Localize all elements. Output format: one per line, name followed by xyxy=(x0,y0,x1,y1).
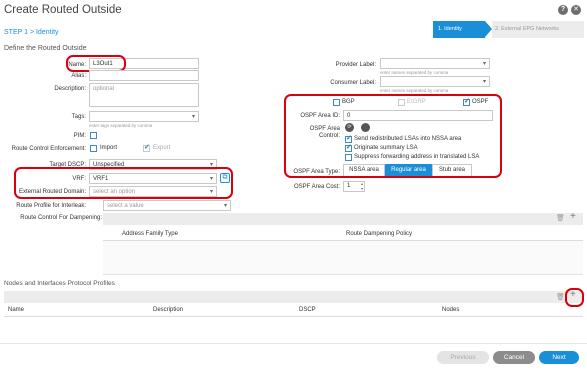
area-type-label: OSPF Area Type: xyxy=(293,169,340,175)
suppress-forwarding-checkbox[interactable] xyxy=(345,154,352,161)
area-id-label: OSPF Area ID: xyxy=(300,113,340,119)
area-type-nssa[interactable]: NSSA area xyxy=(343,164,385,177)
description-input[interactable]: optional xyxy=(89,83,199,107)
dampening-label: Route Control For Dampening: xyxy=(20,215,102,221)
help-icon[interactable]: ? xyxy=(558,5,568,15)
dialog-title: Create Routed Outside xyxy=(4,4,122,16)
vrf-select[interactable]: VRF1 xyxy=(89,173,217,184)
provider-input[interactable] xyxy=(380,58,490,69)
route-profile-label: Route Profile for Interleak: xyxy=(16,203,86,209)
vrf-link-icon[interactable]: ⧉ xyxy=(220,173,230,183)
provider-hint: enter names separated by comma xyxy=(380,70,449,75)
area-cost-stepper[interactable]: 1 ▴ ▾ xyxy=(343,181,365,192)
close-icon[interactable]: ✕ xyxy=(571,5,581,15)
dampening-col-address-family: Address Family Type xyxy=(122,231,178,237)
ospf-label: OSPF xyxy=(472,99,489,105)
tags-label: Tags: xyxy=(71,114,86,120)
route-control-label: Route Control Enforcement: xyxy=(11,146,86,152)
vrf-label: VRF: xyxy=(72,176,86,182)
send-redistributed-checkbox[interactable] xyxy=(345,134,352,143)
wizard-arrow-icon xyxy=(485,21,492,37)
target-dscp-select[interactable]: Unspecified xyxy=(89,159,217,170)
stepper-arrows-icon[interactable]: ▴ ▾ xyxy=(361,181,363,191)
wizard-step-identity[interactable]: 1. Identity xyxy=(433,21,485,38)
tags-input[interactable] xyxy=(89,111,199,122)
area-control-config-icon[interactable] xyxy=(361,123,370,132)
export-label: Export xyxy=(153,145,171,151)
area-cost-label: OSPF Area Cost: xyxy=(293,184,340,190)
originate-summary-label: Originate summary LSA xyxy=(354,145,418,151)
dampening-col-policy: Route Dampening Policy xyxy=(346,231,413,237)
area-control-toggle-icon[interactable]: ⟳ xyxy=(345,123,354,132)
nodes-add-icon[interactable]: + xyxy=(570,289,576,300)
originate-summary-checkbox[interactable] xyxy=(345,143,352,152)
name-input[interactable]: L3Out1 xyxy=(89,58,199,69)
nodes-col-name: Name xyxy=(8,307,25,313)
area-type-stub[interactable]: Stub area xyxy=(432,164,472,177)
consumer-label: Consumer Label: xyxy=(330,80,376,86)
dampening-table-body xyxy=(103,241,583,275)
nodes-divider xyxy=(4,316,583,317)
area-control-label-1: OSPF Area xyxy=(309,126,340,132)
ext-domain-label: External Routed Domain: xyxy=(18,189,86,195)
ext-domain-select[interactable]: select an option xyxy=(89,186,217,197)
alias-input[interactable] xyxy=(89,70,199,81)
nodes-section-title: Nodes and Interfaces Protocol Profiles xyxy=(4,280,115,287)
ospf-checkbox[interactable] xyxy=(463,97,470,106)
export-checkbox xyxy=(143,143,150,152)
consumer-input[interactable] xyxy=(380,76,490,87)
area-type-regular[interactable]: Regular area xyxy=(385,164,432,177)
provider-label: Provider Label: xyxy=(335,62,376,68)
nodes-col-nodes: Nodes xyxy=(442,307,460,313)
wizard-step-identity-label: 1. Identity xyxy=(438,26,462,32)
dampening-add-icon[interactable]: + xyxy=(570,211,576,222)
bgp-checkbox[interactable] xyxy=(333,99,340,106)
dampening-delete-icon[interactable]: 🗑 xyxy=(556,214,565,222)
wizard-step-external-epg[interactable]: 2. External EPG Networks xyxy=(492,21,584,38)
pim-checkbox[interactable] xyxy=(90,132,97,139)
nodes-toolbar xyxy=(4,291,583,303)
footer-divider xyxy=(0,343,587,344)
import-label: Import xyxy=(100,145,118,151)
eigrp-label: EIGRP xyxy=(407,99,426,105)
area-id-input[interactable]: 0 xyxy=(343,110,493,121)
cancel-button[interactable]: Cancel xyxy=(493,351,535,364)
target-dscp-label: Target DSCP: xyxy=(49,162,86,168)
name-label: Name: xyxy=(68,62,86,68)
step-label: STEP 1 > Identity xyxy=(4,29,59,36)
route-profile-select[interactable]: select a value xyxy=(103,200,231,211)
wizard-step-external-epg-label: 2. External EPG Networks xyxy=(495,26,559,32)
consumer-hint: enter names separated by comma xyxy=(380,88,449,93)
nodes-col-dscp: DSCP xyxy=(299,307,316,313)
dampening-toolbar xyxy=(103,213,583,225)
area-cost-value: 1 xyxy=(347,183,351,189)
suppress-forwarding-label: Suppress forwarding address in translate… xyxy=(354,154,480,160)
bgp-label: BGP xyxy=(342,99,355,105)
section-title: Define the Routed Outside xyxy=(4,45,87,52)
send-redistributed-label: Send redistributed LSAs into NSSA area xyxy=(354,136,462,142)
nodes-col-description: Description xyxy=(153,307,184,313)
pim-label: PIM: xyxy=(73,133,86,139)
description-label: Description: xyxy=(54,86,86,92)
tags-hint: enter tags separated by comma xyxy=(89,123,153,128)
nodes-delete-icon[interactable]: 🗑 xyxy=(556,293,565,301)
alias-label: Alias: xyxy=(71,73,86,79)
eigrp-checkbox xyxy=(398,99,405,106)
import-checkbox[interactable] xyxy=(90,145,97,152)
previous-button[interactable]: Previous xyxy=(437,351,489,364)
area-control-label-2: Control: xyxy=(318,133,340,139)
next-button[interactable]: Next xyxy=(539,351,579,364)
